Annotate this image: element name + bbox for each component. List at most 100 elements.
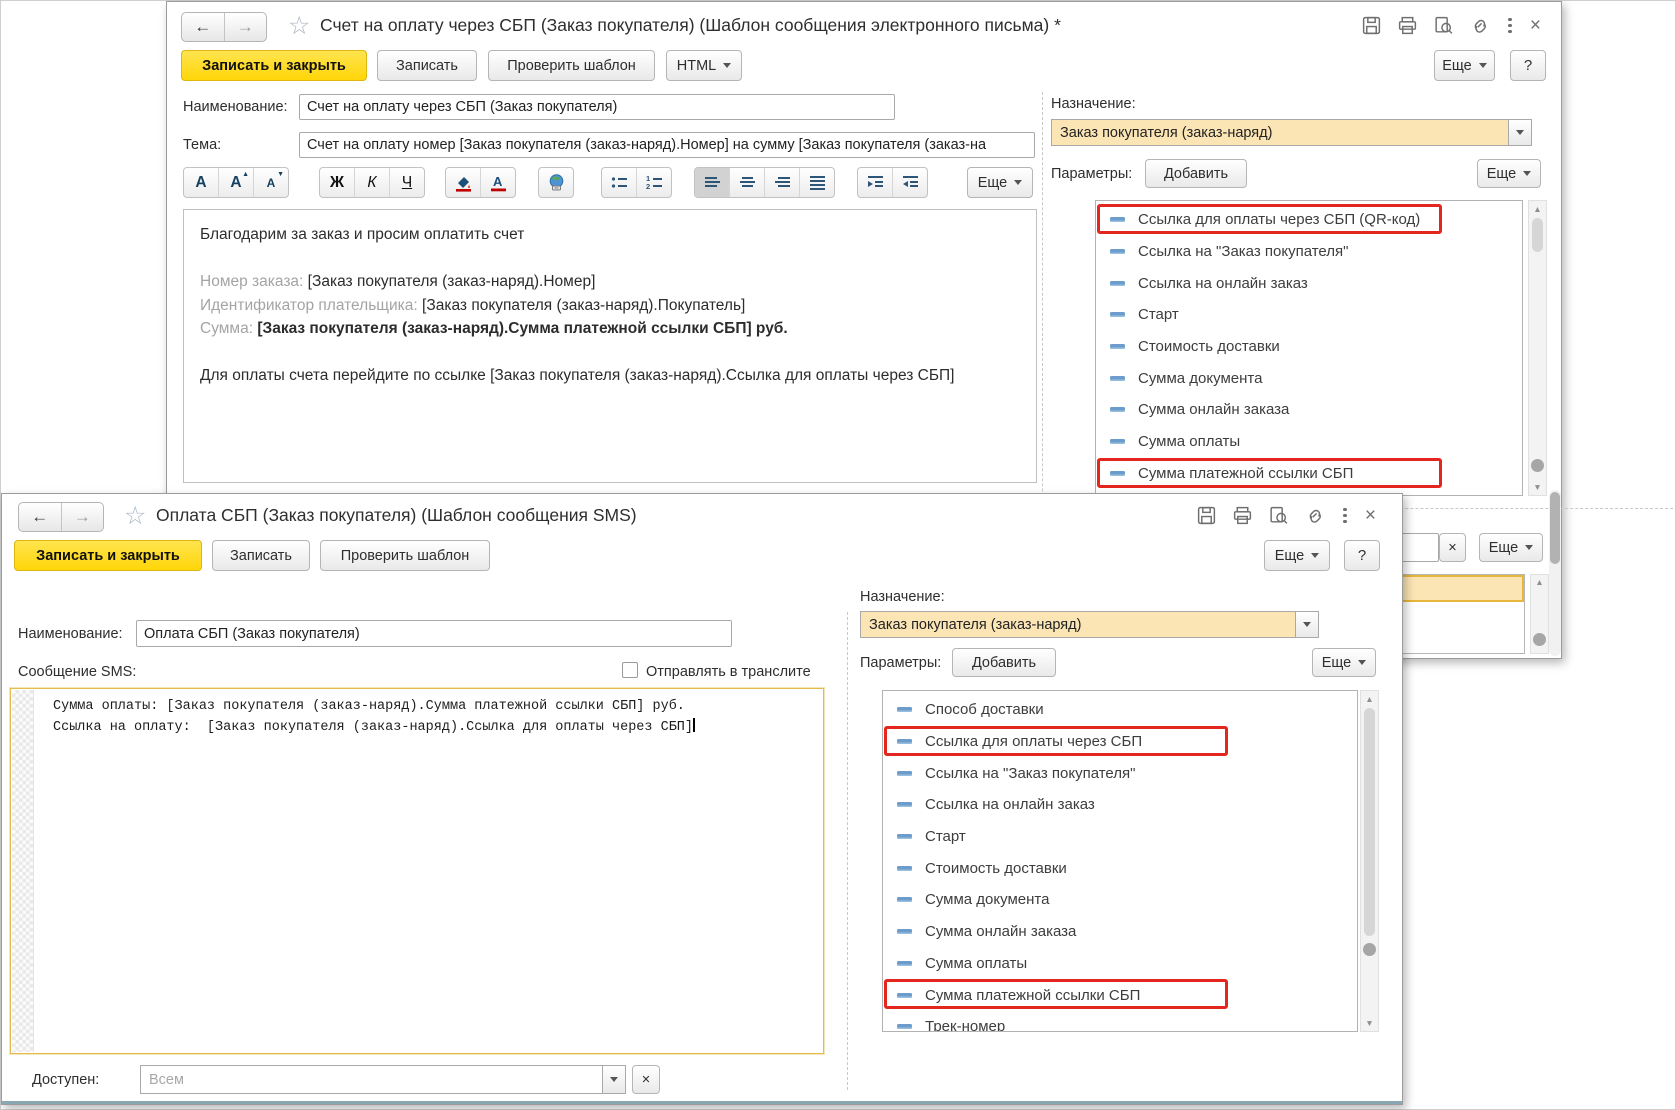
scrollbar-thumb[interactable] [1532,218,1543,252]
highlight-color-button[interactable] [446,168,481,197]
fragment-scrollbar[interactable]: ▲ [1530,574,1549,654]
purpose-combobox[interactable]: Заказ покупателя (заказ-наряд) [860,611,1319,638]
clear-icon[interactable]: × [632,1065,660,1094]
save-icon[interactable] [1361,15,1382,36]
save-button[interactable]: Записать [377,50,477,81]
italic-button[interactable]: К [355,168,390,197]
scrollbar-grip[interactable] [1531,459,1544,472]
subject-input[interactable] [299,132,1035,158]
save-and-close-button[interactable]: Записать и закрыть [181,50,367,81]
parameter-item[interactable]: Трек-номер [883,1011,1357,1031]
link-icon[interactable] [1469,15,1490,36]
align-justify-button[interactable] [800,168,834,197]
check-template-button[interactable]: Проверить шаблон [320,540,490,571]
combo-dropdown-button[interactable] [603,1065,626,1094]
combo-dropdown-button[interactable] [1509,119,1532,146]
preview-icon[interactable] [1268,505,1289,526]
parameter-item[interactable]: Ссылка для оплаты через СБП (QR-код) [1096,204,1522,236]
close-icon[interactable]: × [1365,506,1376,525]
scroll-up-icon[interactable]: ▲ [1531,578,1548,587]
parameter-item[interactable]: Сумма онлайн заказа [883,916,1357,948]
translit-checkbox[interactable] [622,662,638,678]
purpose-combobox[interactable]: Заказ покупателя (заказ-наряд) [1051,119,1532,146]
scrollbar-grip[interactable] [1363,943,1376,956]
params-more-button[interactable]: Еще [1477,159,1541,188]
help-button[interactable]: ? [1344,540,1380,571]
bullet-list-button[interactable] [602,168,637,197]
parameter-item[interactable]: Сумма документа [1096,362,1522,394]
indent-increase-button[interactable] [858,168,893,197]
save-icon[interactable] [1196,505,1217,526]
parameter-item[interactable]: Сумма платежной ссылки СБП [883,979,1357,1011]
name-input[interactable] [136,620,732,647]
parameter-item[interactable]: Сумма онлайн заказа [1096,394,1522,426]
parameter-item[interactable]: Сумма оплаты [1096,426,1522,458]
link-icon[interactable] [1304,505,1325,526]
params-scrollbar[interactable]: ▲ ▼ [1528,200,1547,496]
align-right-button[interactable] [765,168,800,197]
scroll-up-icon[interactable]: ▲ [1529,205,1546,214]
combo-dropdown-button[interactable] [1296,611,1319,638]
font-size-down-button[interactable]: A ▼ [254,168,288,197]
favorite-star-icon[interactable]: ☆ [288,14,310,39]
indent-decrease-button[interactable] [893,168,927,197]
params-scrollbar[interactable]: ▲ ▼ [1360,690,1379,1032]
print-icon[interactable] [1397,15,1418,36]
scroll-down-icon[interactable]: ▼ [1529,482,1546,492]
parameter-item[interactable]: Ссылка для оплаты через СБП [883,725,1357,758]
parameter-item[interactable]: Ссылка на "Заказ покупателя" [1096,236,1522,268]
align-center-button[interactable] [730,168,765,197]
back-button[interactable]: ← [19,503,62,531]
parameter-item[interactable]: Старт [1096,299,1522,331]
parameter-item[interactable]: Стоимость доставки [883,852,1357,884]
scroll-up-icon[interactable]: ▲ [1361,695,1378,704]
more-button[interactable]: Еще [1264,540,1330,571]
save-and-close-button[interactable]: Записать и закрыть [14,540,202,571]
scrollbar-thumb[interactable] [1364,708,1375,936]
parameter-item[interactable]: Сумма оплаты [883,948,1357,980]
window-scrollbar[interactable] [1549,490,1561,656]
name-input[interactable] [299,94,895,120]
kebab-menu-icon[interactable] [1340,507,1350,524]
check-template-button[interactable]: Проверить шаблон [488,50,655,81]
save-button[interactable]: Записать [212,540,310,571]
align-left-button[interactable] [695,168,730,197]
email-body-editor[interactable]: Благодарим за заказ и просим оплатить сч… [183,209,1037,483]
parameter-item[interactable]: Сумма платежной ссылки СБП [1096,457,1522,490]
params-more-button[interactable]: Еще [1312,648,1376,677]
html-mode-button[interactable]: HTML [666,50,742,81]
parameter-item[interactable]: Старт [883,821,1357,853]
kebab-menu-icon[interactable] [1505,17,1515,34]
forward-button[interactable]: → [62,503,104,531]
font-color-button[interactable]: A [481,168,515,197]
format-more-button[interactable]: Еще [967,167,1033,198]
parameter-item[interactable]: Способ доставки [883,694,1357,726]
more-button[interactable]: Еще [1434,50,1495,81]
fragment-more-button[interactable]: Еще [1479,533,1543,562]
bold-button[interactable]: Ж [320,168,355,197]
parameter-item[interactable]: Стоимость доставки [1096,331,1522,363]
pane-splitter[interactable] [847,612,848,1090]
help-button[interactable]: ? [1510,50,1546,81]
insert-link-globe-icon[interactable] [539,168,573,197]
forward-button[interactable]: → [225,13,267,41]
parameter-item[interactable]: Ссылка на онлайн заказ [883,789,1357,821]
font-size-up-button[interactable]: A ▲ [219,168,254,197]
available-combobox[interactable]: Всем [140,1065,626,1094]
font-button[interactable]: A [184,168,219,197]
scroll-down-icon[interactable]: ▼ [1361,1018,1378,1028]
add-parameter-button[interactable]: Добавить [952,648,1056,677]
close-icon[interactable]: × [1530,16,1541,35]
scrollbar-thumb[interactable] [1550,492,1560,564]
back-button[interactable]: ← [182,13,225,41]
sms-message-editor[interactable]: Сумма оплаты: [Заказ покупателя (заказ-н… [10,688,824,1054]
parameter-item[interactable]: Ссылка на онлайн заказ [1096,267,1522,299]
numbered-list-button[interactable]: 12 [637,168,671,197]
print-icon[interactable] [1232,505,1253,526]
add-parameter-button[interactable]: Добавить [1145,159,1247,188]
underline-button[interactable]: Ч [390,168,424,197]
parameter-item[interactable]: Сумма документа [883,884,1357,916]
preview-icon[interactable] [1433,15,1454,36]
parameter-item[interactable]: Ссылка на "Заказ покупателя" [883,757,1357,789]
scrollbar-grip[interactable] [1533,633,1546,646]
